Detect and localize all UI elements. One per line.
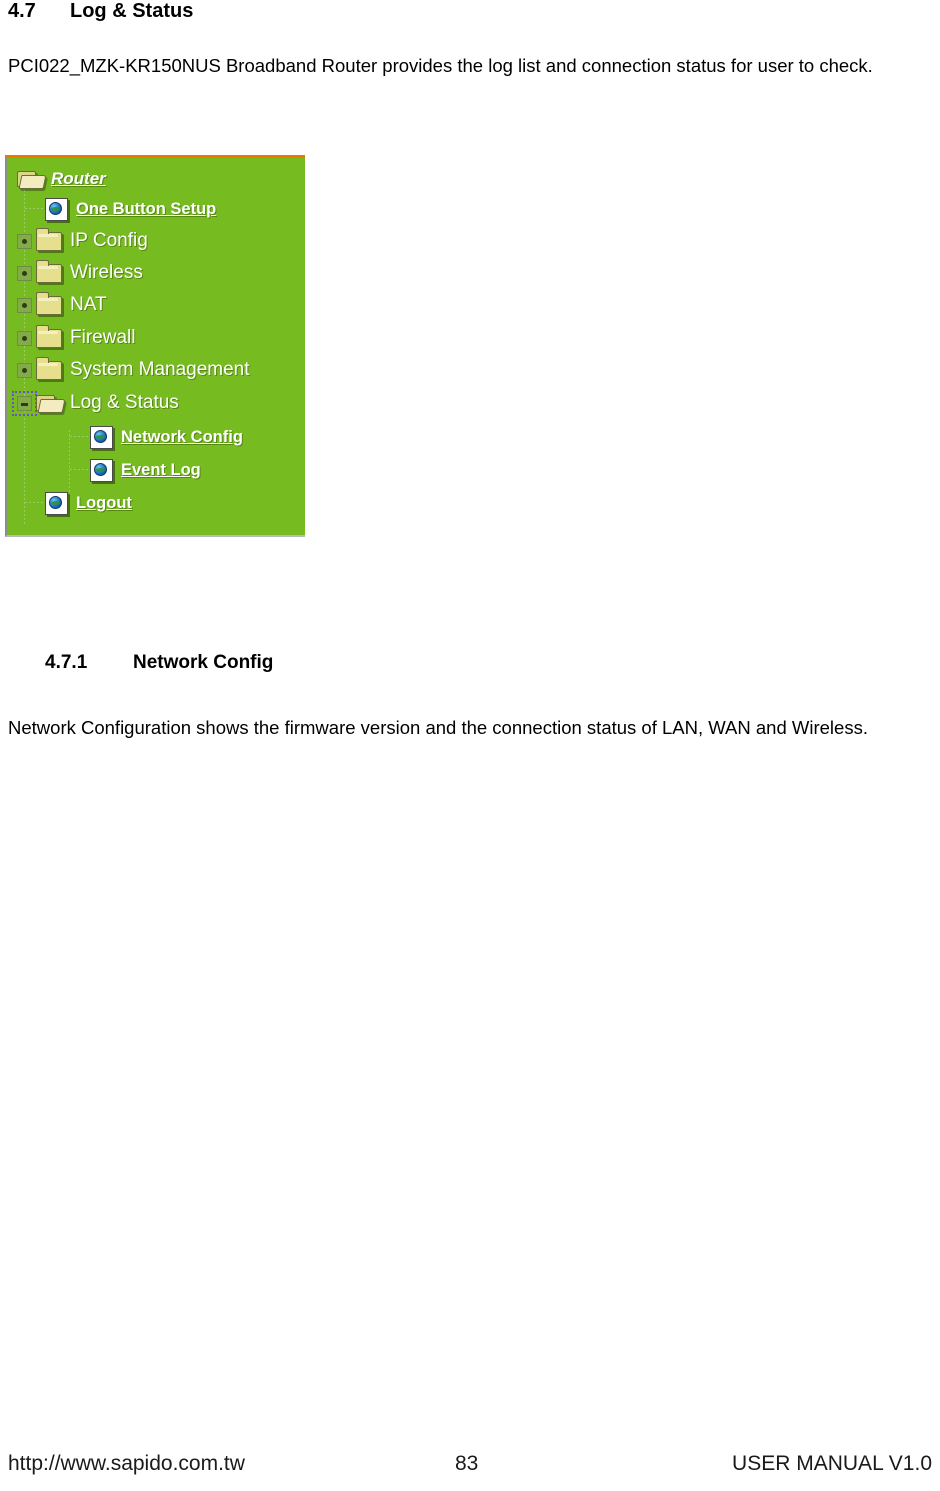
tree-item-label: Wireless — [70, 262, 143, 283]
section-intro-paragraph: PCI022_MZK-KR150NUS Broadband Router pro… — [8, 55, 873, 76]
folder-open-icon — [36, 394, 62, 412]
folder-closed-icon — [36, 291, 62, 315]
folder-open-icon — [17, 170, 43, 188]
subsection-title: Network Config — [133, 652, 274, 673]
folder-closed-icon — [36, 324, 62, 348]
subsection-paragraph: Network Configuration shows the firmware… — [8, 710, 932, 746]
tree-item-label: NAT — [70, 294, 107, 315]
section-title: Log & Status — [70, 0, 194, 22]
tree-item-label: Log & Status — [70, 392, 179, 413]
expand-plus-icon[interactable] — [17, 297, 32, 313]
subsection-number: 4.7.1 — [45, 652, 88, 673]
tree-item-label: Router — [51, 169, 106, 188]
navigation-tree: Router One Button Setup IP Config Wirele… — [7, 158, 305, 535]
folder-closed-icon — [36, 227, 62, 251]
folder-closed-icon — [36, 356, 62, 380]
page-globe-icon — [45, 491, 68, 515]
page-globe-icon — [90, 425, 113, 449]
subsection-paragraph-line1: Network Configuration shows the firmware… — [8, 717, 751, 738]
tree-item-system-management[interactable]: System Management — [17, 355, 250, 385]
tree-connector — [70, 436, 90, 437]
tree-item-label: IP Config — [70, 230, 148, 251]
page-globe-icon — [45, 197, 68, 221]
tree-item-one-button-setup[interactable]: One Button Setup — [45, 194, 216, 224]
expand-plus-icon[interactable] — [17, 362, 32, 378]
router-menu-panel: Router One Button Setup IP Config Wirele… — [5, 155, 305, 537]
tree-item-logout[interactable]: Logout — [45, 488, 132, 518]
tree-item-label: Network Config — [121, 428, 243, 446]
tree-trunk-line-child — [69, 430, 70, 495]
tree-connector — [25, 502, 45, 503]
page-footer: http://www.sapido.com.tw 83 USER MANUAL … — [0, 1452, 940, 1484]
tree-item-label: Firewall — [70, 327, 136, 348]
collapse-minus-icon[interactable] — [12, 390, 37, 416]
page-globe-icon — [90, 458, 113, 482]
document-page: 4.7 Log & Status PCI022_MZK-KR150NUS Broa… — [0, 0, 940, 1491]
tree-item-router[interactable]: Router — [17, 164, 106, 194]
expand-plus-icon[interactable] — [17, 233, 32, 249]
tree-connector — [25, 208, 45, 209]
tree-item-event-log[interactable]: Event Log — [90, 455, 201, 485]
tree-item-label: Event Log — [121, 461, 201, 479]
tree-item-network-config[interactable]: Network Config — [90, 422, 243, 452]
folder-closed-icon — [36, 259, 62, 283]
footer-page-number: 83 — [455, 1452, 479, 1475]
tree-item-log-and-status[interactable]: Log & Status — [12, 388, 179, 418]
section-number: 4.7 — [8, 0, 36, 22]
footer-manual-version: USER MANUAL V1.0 — [732, 1452, 932, 1475]
subsection-paragraph-line2: and Wireless. — [755, 717, 868, 738]
expand-plus-icon[interactable] — [17, 265, 32, 281]
tree-item-label: One Button Setup — [76, 200, 217, 218]
section-heading: 4.7 Log & Status — [8, 0, 193, 23]
expand-plus-icon[interactable] — [17, 330, 32, 346]
tree-item-nat[interactable]: NAT — [17, 290, 107, 320]
tree-connector — [70, 469, 90, 470]
tree-item-firewall[interactable]: Firewall — [17, 323, 135, 353]
footer-url[interactable]: http://www.sapido.com.tw — [8, 1452, 245, 1476]
subsection-heading: 4.7.1 Network Config — [45, 652, 273, 674]
tree-item-wireless[interactable]: Wireless — [17, 258, 143, 288]
tree-item-ip-config[interactable]: IP Config — [17, 226, 148, 256]
tree-item-label: Logout — [76, 494, 132, 512]
tree-item-label: System Management — [70, 359, 250, 380]
